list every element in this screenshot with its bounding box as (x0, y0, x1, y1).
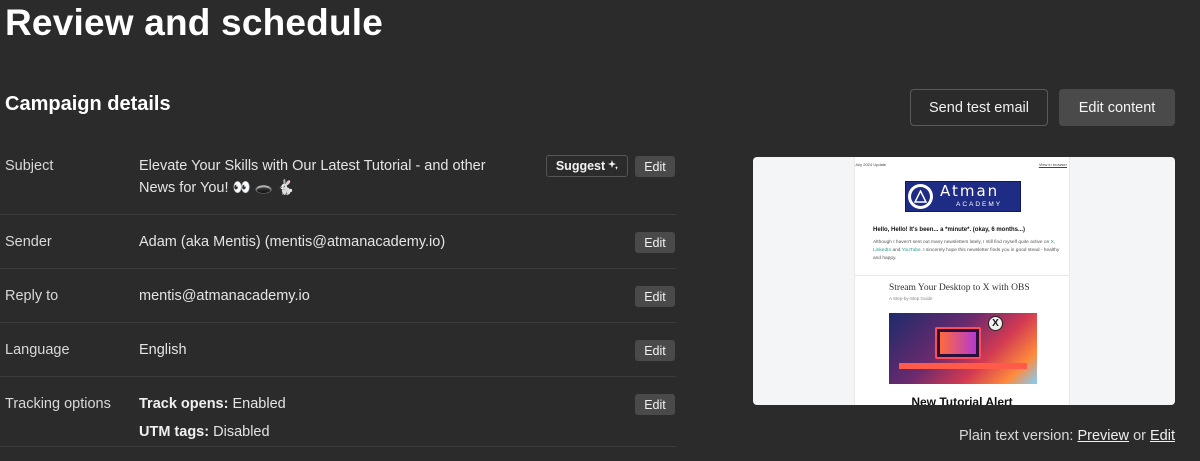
email-intro: Although I haven't sent out many newslet… (873, 240, 1060, 261)
logo-name: Atman (940, 182, 1000, 200)
article-subtitle: A Step-by-Step Guide (889, 296, 933, 301)
language-label: Language (5, 342, 70, 358)
tracking-row: Tracking options Track opens: Enabled UT… (0, 377, 676, 447)
track-opens-value: Enabled (232, 396, 286, 412)
logo-mark-icon (908, 184, 933, 209)
edit-language-button[interactable]: Edit (635, 340, 675, 361)
reply-to-value: mentis@atmanacademy.io (139, 288, 310, 304)
atman-academy-logo: Atman ACADEMY (905, 181, 1021, 212)
edit-reply-to-button[interactable]: Edit (635, 286, 675, 307)
plain-text-prefix: Plain text version: (958, 428, 1074, 444)
article-title: Stream Your Desktop to X with OBS (889, 283, 1030, 293)
view-in-browser-link[interactable]: View in browser (1039, 162, 1067, 167)
linkedin-link[interactable]: LinkedIn (873, 248, 891, 253)
sender-row: Sender Adam (aka Mentis) (mentis@atmanac… (0, 215, 676, 269)
language-value: English (139, 342, 187, 358)
plain-text-version: Plain text version: Preview or Edit (959, 428, 1175, 444)
email-body: July 2024 Update View in browser Atman A… (854, 157, 1070, 405)
tracking-label: Tracking options (5, 396, 111, 412)
plain-text-edit-link[interactable]: Edit (1150, 428, 1175, 444)
subject-line-2: News for You! 👀 🕳️ 🐇 (139, 180, 295, 196)
tutorial-alert-heading: New Tutorial Alert (911, 395, 1013, 405)
monitor-illustration (935, 327, 981, 359)
suggest-label: Suggest (555, 159, 606, 173)
edit-subject-button[interactable]: Edit (635, 156, 675, 177)
article-image: X (889, 313, 1037, 384)
x-logo-icon: X (988, 316, 1003, 331)
suggest-button[interactable]: Suggest (546, 155, 628, 177)
email-greeting: Hello, Hello! It's been... a *minute*. (… (873, 227, 1026, 233)
subject-line-1: Elevate Your Skills with Our Latest Tuto… (139, 158, 486, 174)
track-opens-key: Track opens: (139, 396, 229, 412)
subject-value: Elevate Your Skills with Our Latest Tuto… (139, 155, 539, 199)
youtube-link[interactable]: YouTube (902, 248, 921, 253)
reply-to-label: Reply to (5, 288, 59, 304)
plain-text-preview-link[interactable]: Preview (1077, 428, 1129, 444)
sender-label: Sender (5, 234, 52, 250)
edit-sender-button[interactable]: Edit (635, 232, 675, 253)
utm-tags-key: UTM tags: (139, 424, 210, 440)
page-title: Review and schedule (5, 2, 384, 43)
tracking-opens: Track opens: Enabled (139, 393, 286, 415)
edit-tracking-button[interactable]: Edit (635, 394, 675, 415)
language-row: Language English Edit (0, 323, 676, 377)
x-link[interactable]: X (1051, 240, 1054, 245)
section-title: Campaign details (5, 93, 171, 115)
email-divider (855, 275, 1069, 276)
logo-sub: ACADEMY (956, 201, 1003, 208)
plain-text-or: or (1133, 428, 1146, 444)
sparkle-icon (608, 159, 619, 173)
email-date: July 2024 Update (855, 162, 887, 167)
desk-illustration (899, 363, 1027, 369)
send-test-email-button[interactable]: Send test email (910, 89, 1048, 126)
tracking-utm: UTM tags: Disabled (139, 421, 270, 443)
utm-tags-value: Disabled (213, 424, 270, 440)
reply-to-row: Reply to mentis@atmanacademy.io Edit (0, 269, 676, 323)
subject-row: Subject Elevate Your Skills with Our Lat… (0, 140, 676, 215)
sender-value: Adam (aka Mentis) (mentis@atmanacademy.i… (139, 234, 446, 250)
edit-content-button[interactable]: Edit content (1059, 89, 1175, 126)
email-preview[interactable]: July 2024 Update View in browser Atman A… (753, 157, 1175, 405)
subject-label: Subject (5, 158, 54, 174)
